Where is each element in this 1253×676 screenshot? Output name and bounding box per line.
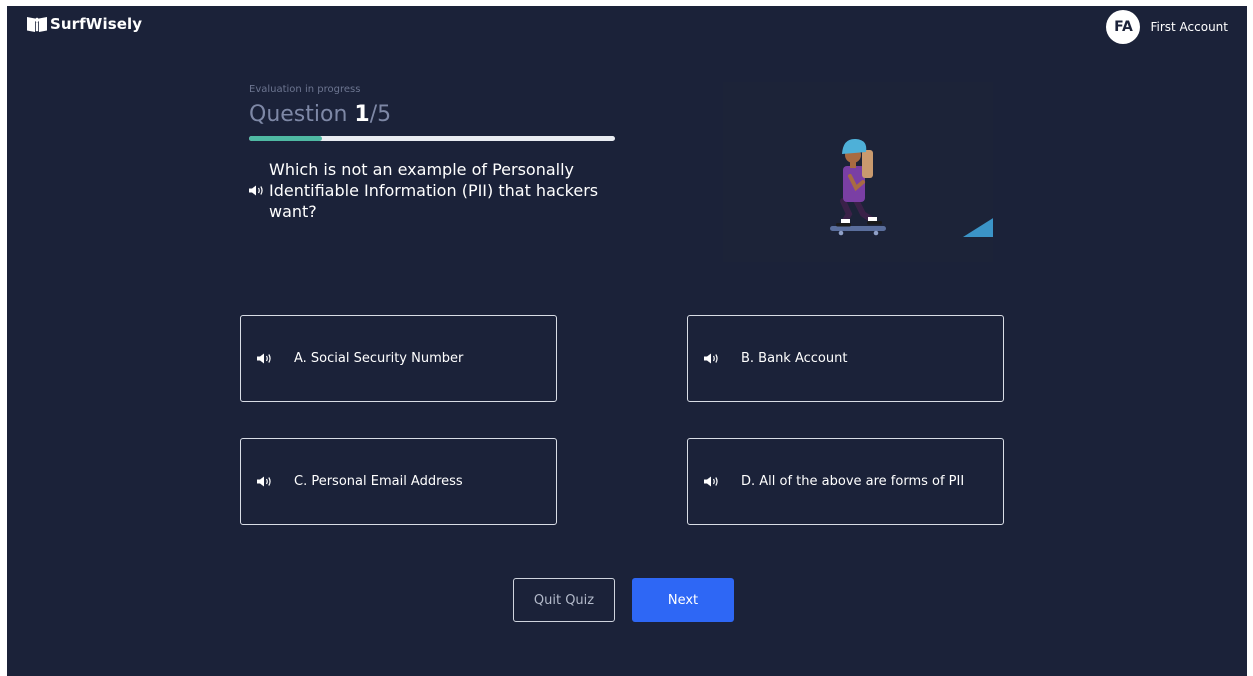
speaker-icon: [704, 353, 718, 364]
speaker-icon: [249, 185, 263, 196]
question-text: Which is not an example of Personally Id…: [269, 160, 599, 221]
speaker-icon: [704, 476, 718, 487]
brand-name: SurfWisely: [50, 15, 143, 33]
question-counter: Question 1/5: [249, 102, 391, 127]
question-audio-button[interactable]: [249, 185, 269, 196]
speaker-icon: [257, 476, 271, 487]
current-question-number: 1: [354, 102, 370, 127]
avatar[interactable]: FA: [1106, 10, 1141, 44]
quiz-status: Evaluation in progress: [249, 84, 361, 95]
user-name[interactable]: First Account: [1150, 20, 1228, 34]
quiz-progress-bar: [249, 136, 615, 141]
option-b-audio-button[interactable]: [704, 353, 726, 364]
option-a-label: A. Social Security Number: [294, 351, 464, 366]
option-d-label: D. All of the above are forms of PII: [741, 474, 965, 489]
answer-option-a[interactable]: A. Social Security Number: [240, 315, 557, 402]
quiz-app: SurfWisely FA First Account Evaluation i…: [7, 6, 1247, 676]
option-d-audio-button[interactable]: [704, 476, 726, 487]
question: Which is not an example of Personally Id…: [249, 159, 609, 222]
answer-option-d[interactable]: D. All of the above are forms of PII: [687, 438, 1004, 525]
option-b-label: B. Bank Account: [741, 351, 848, 366]
logo-icon: [27, 16, 47, 32]
brand-logo[interactable]: SurfWisely: [27, 15, 142, 33]
option-c-label: C. Personal Email Address: [294, 474, 463, 489]
answer-option-b[interactable]: B. Bank Account: [687, 315, 1004, 402]
skateboarder-image: [830, 138, 998, 237]
quit-quiz-button[interactable]: Quit Quiz: [513, 578, 615, 622]
progress-fill: [249, 136, 323, 141]
option-c-audio-button[interactable]: [257, 476, 279, 487]
total-questions: 5: [377, 102, 392, 127]
answer-option-c[interactable]: C. Personal Email Address: [240, 438, 557, 525]
user-menu[interactable]: FA First Account: [1106, 10, 1228, 44]
next-button[interactable]: Next: [632, 578, 734, 622]
option-a-audio-button[interactable]: [257, 353, 279, 364]
skateboarder-illustration: [723, 82, 998, 262]
question-label: Question: [249, 102, 355, 127]
speaker-icon: [257, 353, 271, 364]
